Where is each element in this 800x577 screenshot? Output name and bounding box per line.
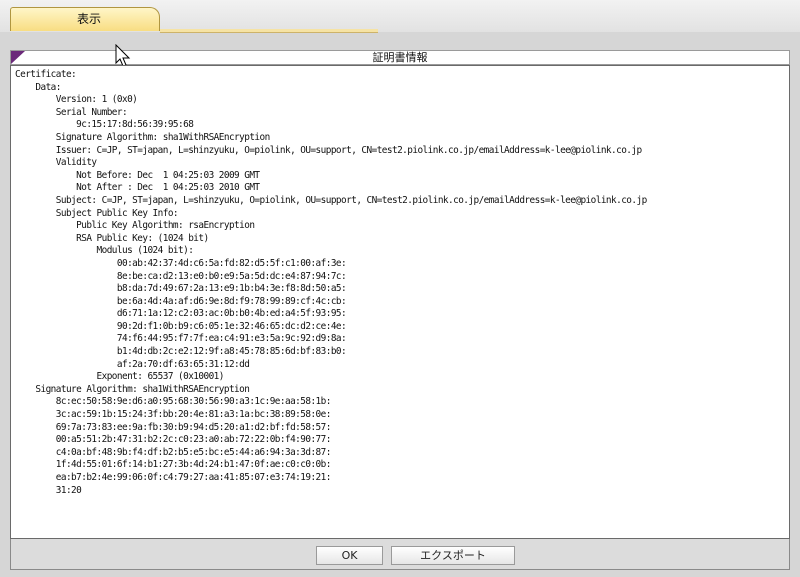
tab-display[interactable]: 表示 xyxy=(10,7,160,31)
export-button[interactable]: エクスポート xyxy=(391,546,515,565)
tab-underline xyxy=(160,29,378,33)
ok-button[interactable]: OK xyxy=(316,546,383,565)
dialog-footer: OK エクスポート xyxy=(10,539,790,570)
certificate-details: Certificate: Data: Version: 1 (0x0) Seri… xyxy=(15,69,647,496)
certificate-text-area[interactable]: Certificate: Data: Version: 1 (0x0) Seri… xyxy=(10,65,790,539)
